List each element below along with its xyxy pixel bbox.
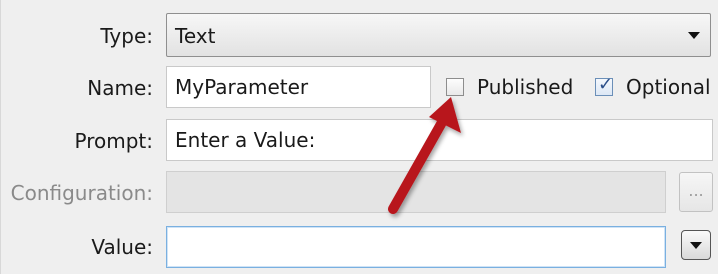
type-select[interactable]: Text (166, 13, 711, 57)
type-label: Type: (100, 24, 153, 48)
published-checkbox[interactable] (446, 78, 464, 96)
optional-checkbox[interactable]: ✓ (595, 74, 614, 96)
value-label: Value: (91, 235, 153, 259)
optional-checkbox-label: Optional (626, 75, 711, 99)
checkmark-icon: ✓ (598, 74, 614, 95)
prompt-label: Prompt: (74, 129, 154, 153)
chevron-down-icon (690, 242, 702, 249)
name-label: Name: (87, 76, 153, 100)
value-dropdown-button[interactable] (681, 230, 711, 260)
chevron-down-icon (688, 32, 700, 39)
configuration-label: Configuration: (10, 181, 153, 205)
value-input[interactable] (166, 226, 666, 268)
type-select-value: Text (175, 24, 216, 48)
red-arrow-icon (388, 97, 461, 214)
parameter-form: Type: Text Name: MyParameter Published ✓… (0, 0, 718, 274)
published-checkbox-label: Published (477, 75, 574, 99)
configuration-browse-button: ... (679, 172, 713, 212)
